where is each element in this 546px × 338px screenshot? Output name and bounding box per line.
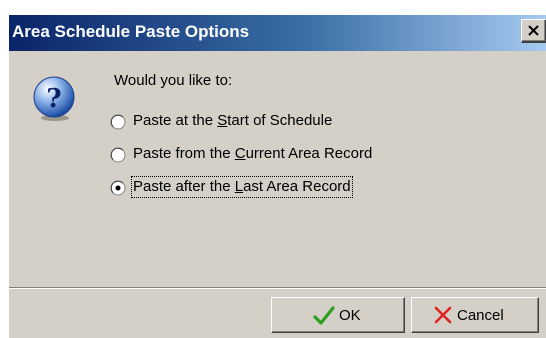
svg-text:?: ? <box>46 84 61 114</box>
radio-button[interactable] <box>110 147 126 163</box>
separator <box>9 287 546 289</box>
option-label: Paste at the Start of Schedule <box>133 112 333 129</box>
cancel-button[interactable]: Cancel <box>411 297 539 333</box>
question-icon: ? <box>33 76 75 121</box>
title-bar[interactable]: Area Schedule Paste Options <box>9 15 546 51</box>
radio-button-selected[interactable] <box>110 180 126 196</box>
option-paste-from-current[interactable]: Paste from the Current Area Record <box>110 143 470 167</box>
close-icon <box>528 25 539 36</box>
cancel-label: Cancel <box>457 307 504 324</box>
checkmark-icon <box>313 306 335 325</box>
close-button[interactable] <box>521 19 546 43</box>
option-label: Paste from the Current Area Record <box>133 145 373 162</box>
ok-button[interactable]: OK <box>271 297 405 333</box>
x-icon <box>434 306 452 324</box>
paste-options-dialog: Area Schedule Paste Options ? Would you … <box>8 14 546 338</box>
option-label: Paste after the Last Area Record <box>131 176 353 198</box>
prompt-text: Would you like to: <box>114 72 233 89</box>
dialog-title: Area Schedule Paste Options <box>12 22 250 41</box>
ok-label: OK <box>339 307 361 324</box>
option-paste-at-start[interactable]: Paste at the Start of Schedule <box>110 110 470 134</box>
option-paste-after-last[interactable]: Paste after the Last Area Record <box>110 176 470 200</box>
radio-button[interactable] <box>110 114 126 130</box>
